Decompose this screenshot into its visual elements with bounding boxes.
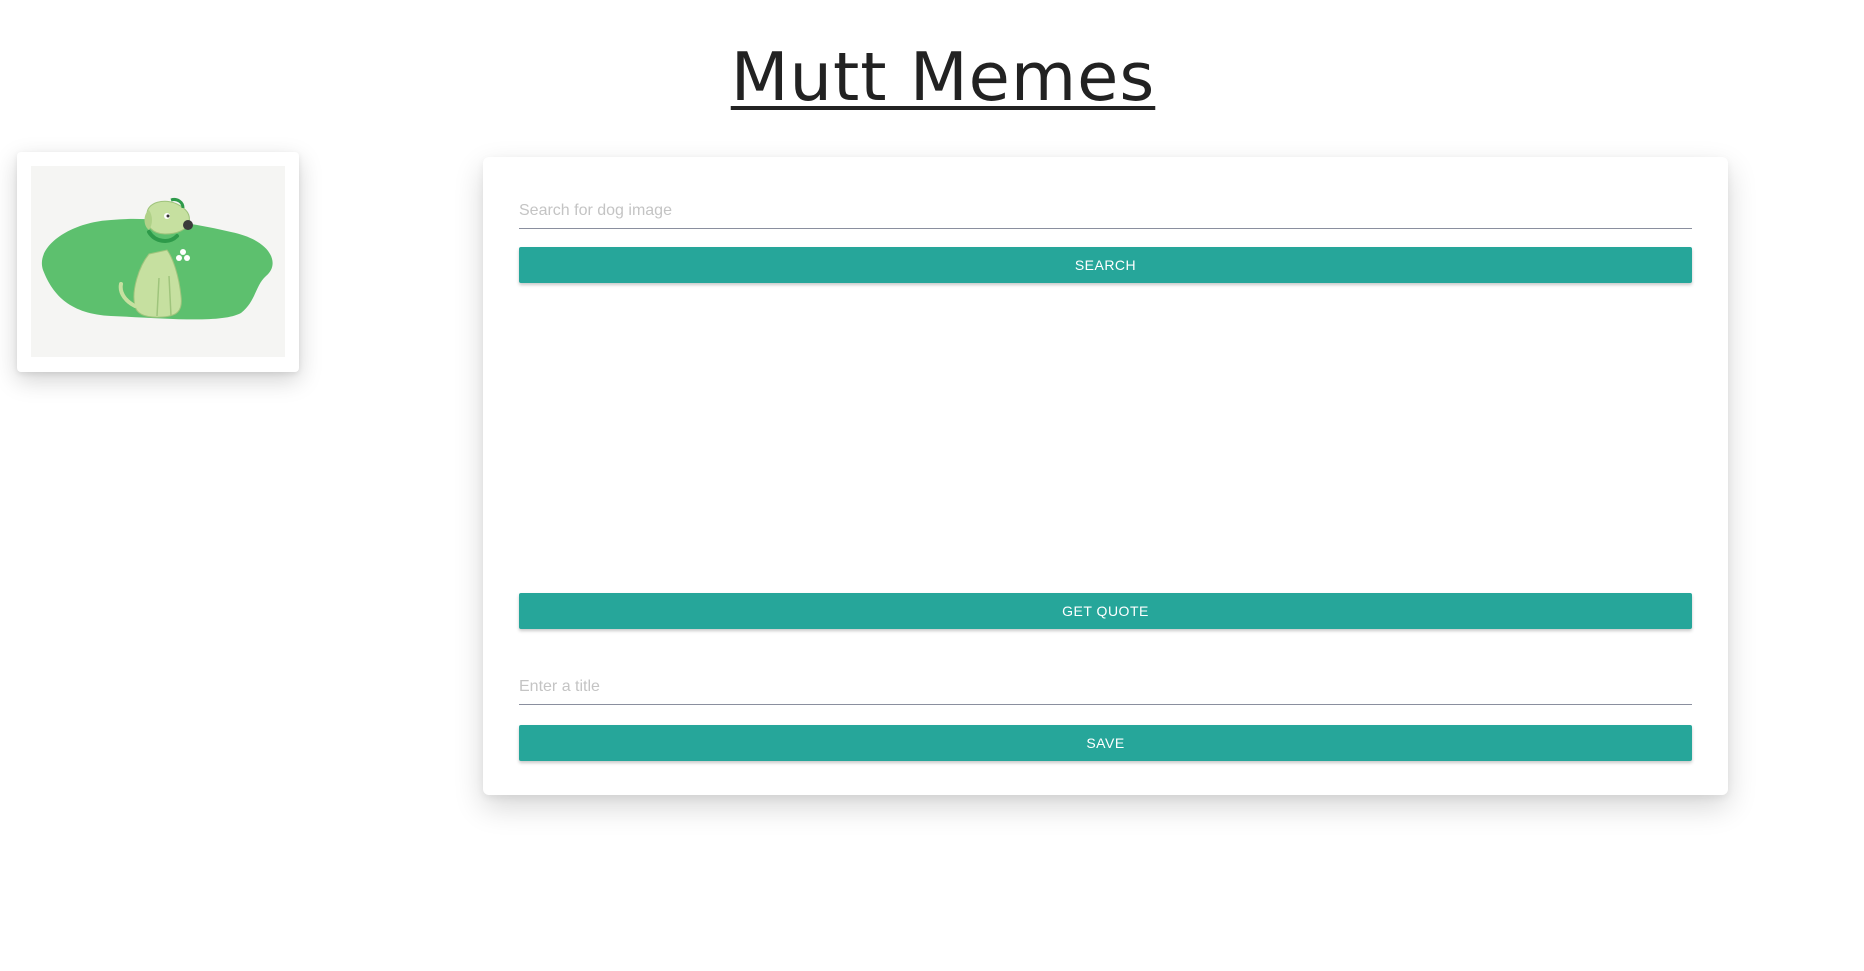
search-button[interactable]: SEARCH xyxy=(519,247,1692,283)
dog-logo-icon xyxy=(41,198,273,320)
title-input[interactable] xyxy=(519,669,1692,705)
page-title: Mutt Memes xyxy=(0,38,1864,116)
save-button[interactable]: SAVE xyxy=(519,725,1692,761)
logo-image xyxy=(31,166,285,357)
logo-card xyxy=(17,152,299,372)
dog-image-area xyxy=(519,287,1692,587)
meme-builder-card: SEARCH GET QUOTE SAVE xyxy=(483,157,1728,795)
search-input[interactable] xyxy=(519,193,1692,229)
get-quote-button[interactable]: GET QUOTE xyxy=(519,593,1692,629)
page-title-text: Mutt Memes xyxy=(730,38,1156,116)
